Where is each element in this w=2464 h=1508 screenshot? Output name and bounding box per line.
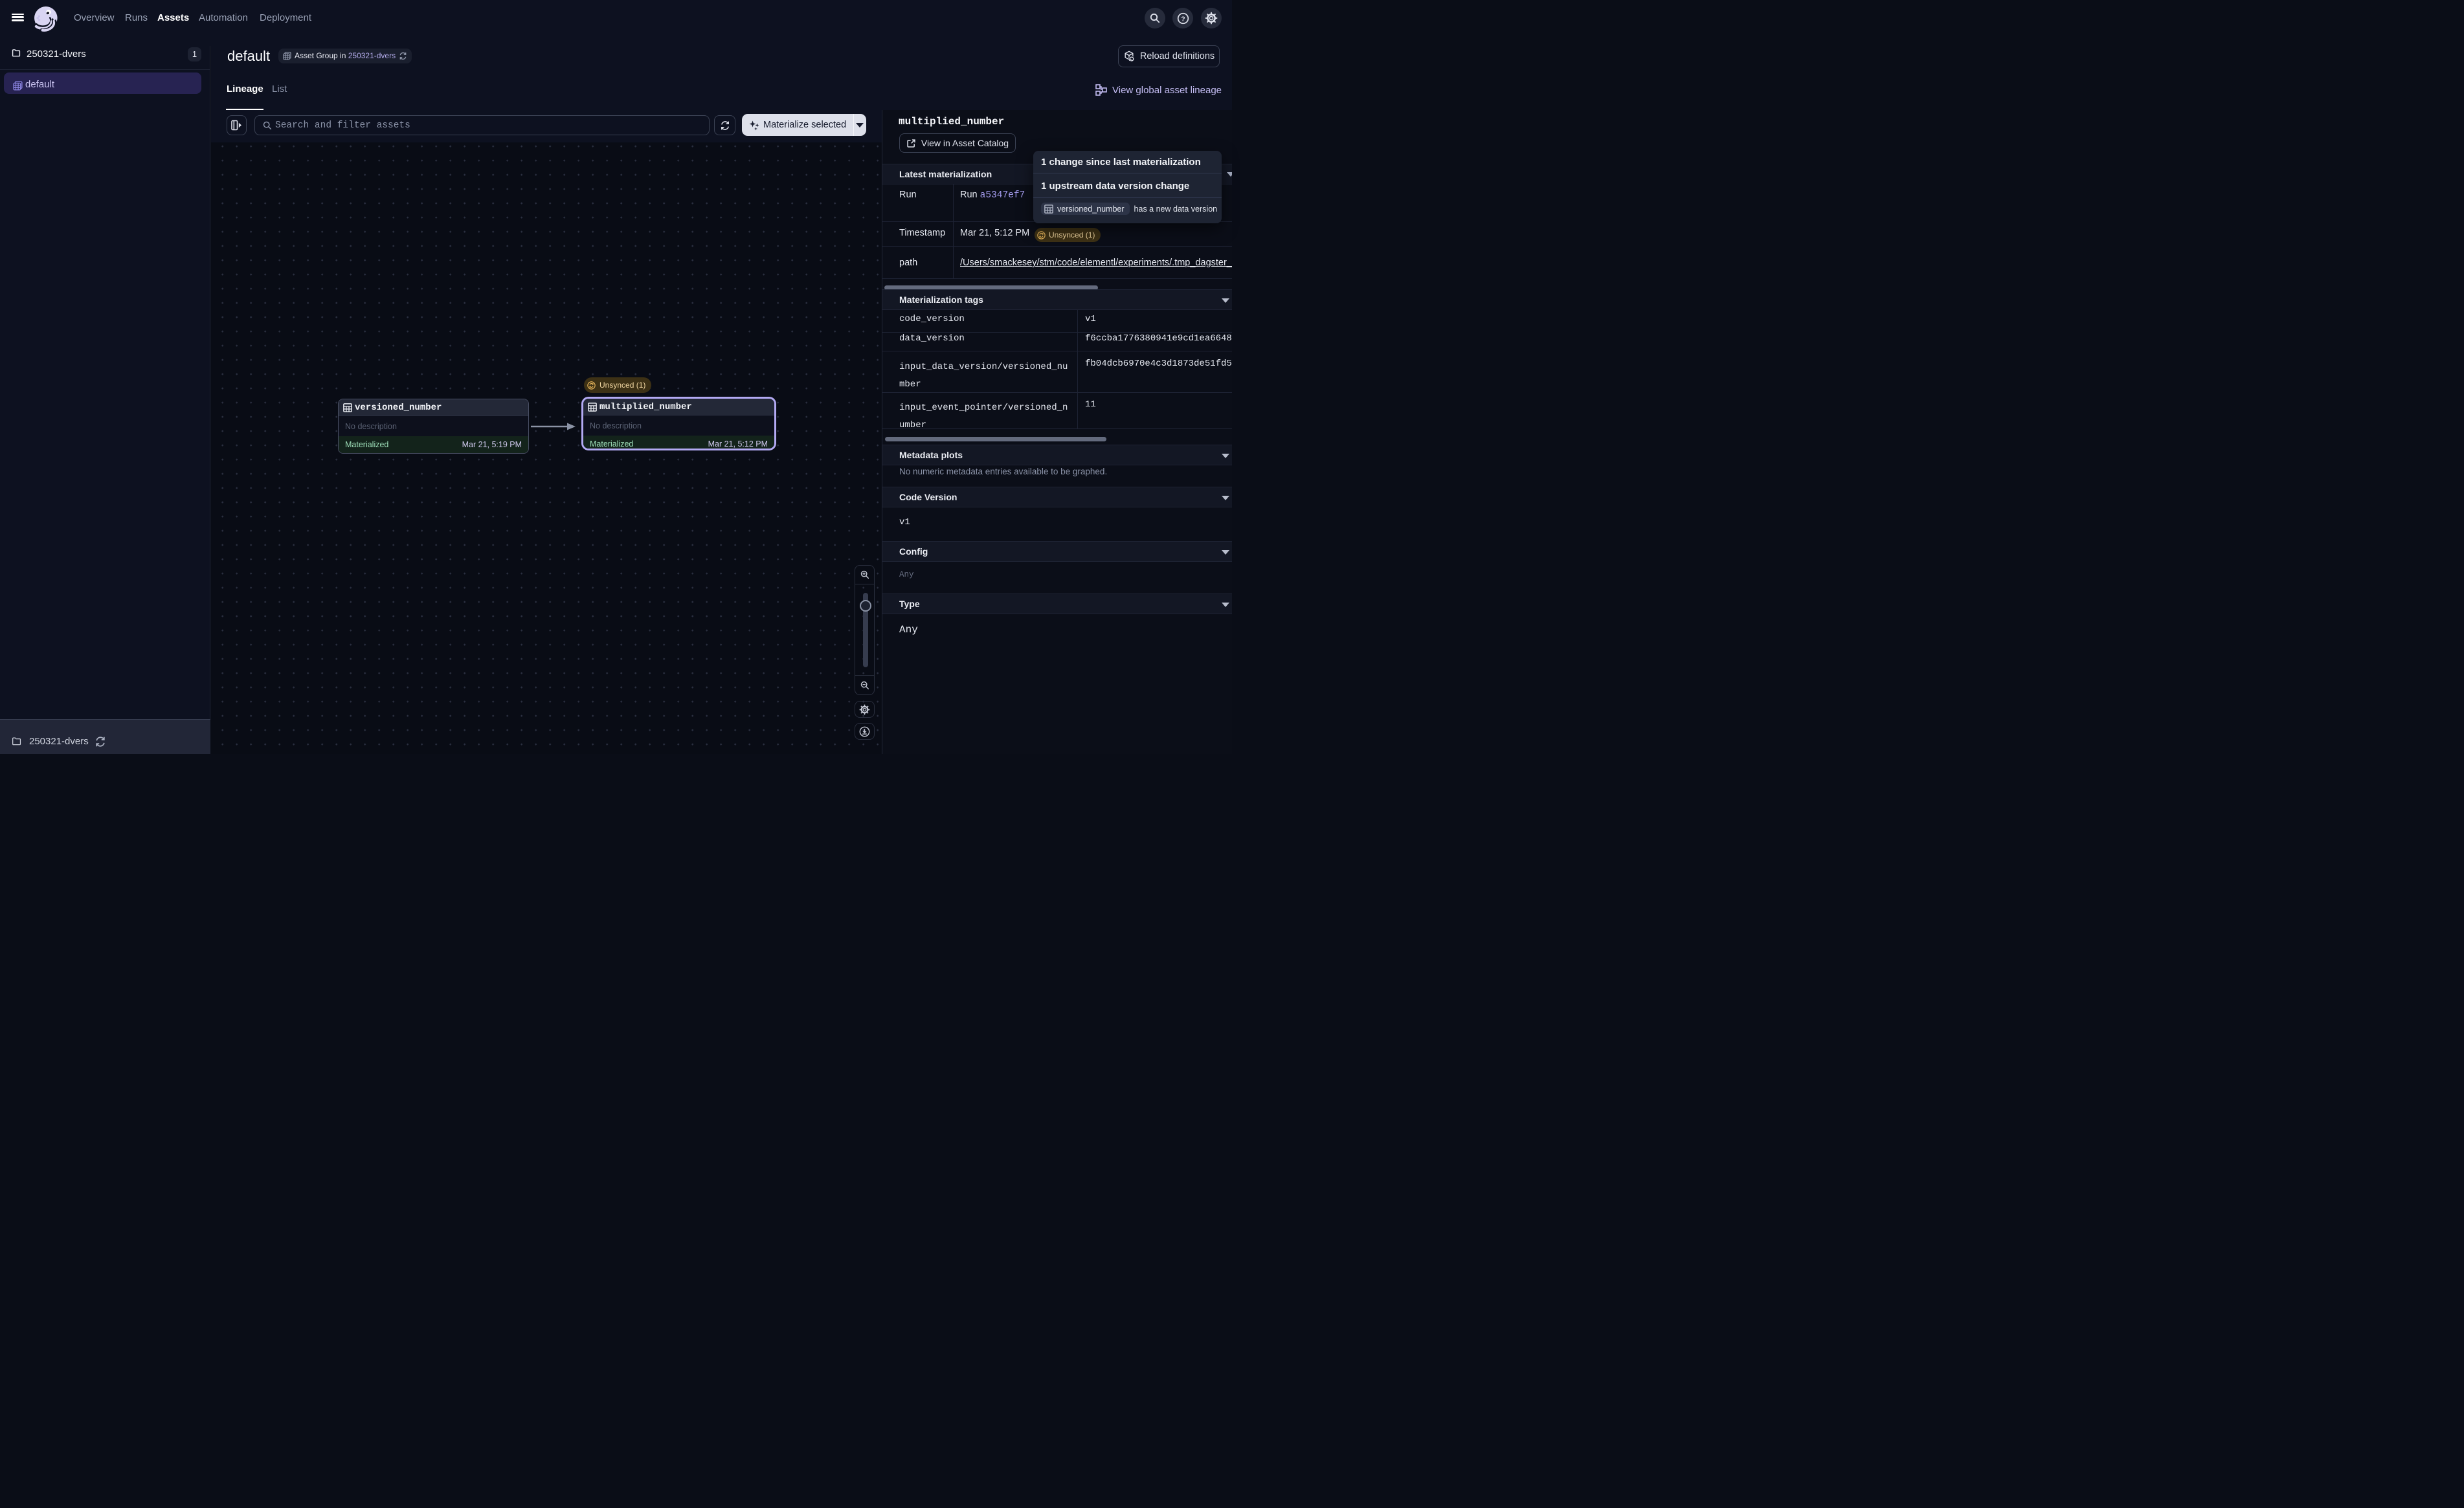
svg-text:?: ? <box>1181 15 1185 23</box>
